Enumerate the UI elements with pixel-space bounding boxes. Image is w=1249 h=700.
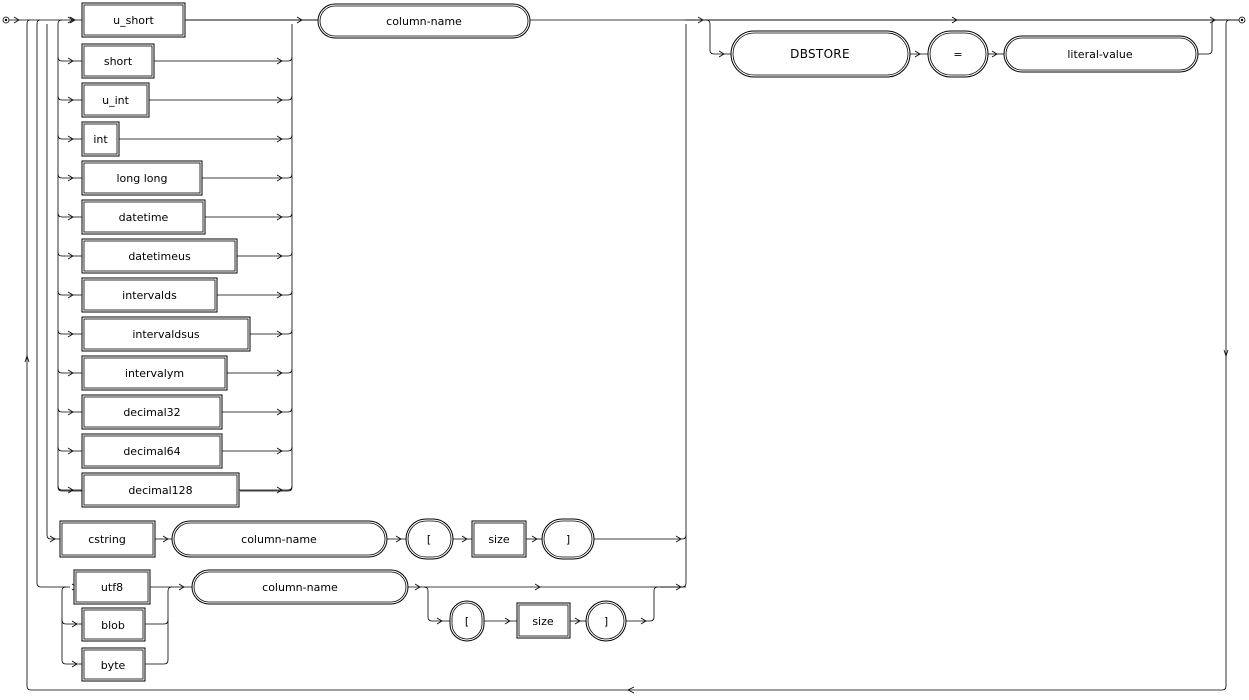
type-keyword-u_int: u_int [57, 82, 293, 118]
byte-keyword: byte [81, 647, 146, 682]
dbstore-keyword: DBSTORE [730, 30, 911, 78]
svg-text:blob: blob [101, 619, 125, 632]
type-keyword-decimal32: decimal32 [57, 394, 293, 430]
syntax-diagram: DBSTORE = literal-value column-name u_sh… [2, 2, 1246, 694]
svg-text:literal-value: literal-value [1067, 48, 1132, 61]
svg-text:]: ] [604, 615, 608, 628]
type-keyword-intervalds: intervalds [57, 277, 293, 313]
svg-text:column-name: column-name [241, 533, 317, 546]
utf8-open-bracket: [ [449, 600, 485, 642]
utf8-close-bracket: ] [585, 600, 627, 642]
utf8-keyword: utf8 [73, 569, 151, 605]
type-list: u_shortshort u_intint long long datetime dat… [57, 2, 293, 508]
type-label: decimal128 [128, 484, 192, 497]
cstring-size-node: size [471, 520, 527, 558]
type-label: intervaldsus [132, 328, 200, 341]
blob-keyword: blob [81, 607, 146, 642]
svg-text:size: size [488, 533, 510, 546]
type-keyword-u_short: u_short [67, 2, 186, 38]
type-label: datetimeus [128, 250, 191, 263]
type-label: intervalym [125, 367, 184, 380]
column-name-node: column-name [317, 3, 531, 39]
type-label: int [93, 133, 108, 146]
type-label: datetime [119, 211, 169, 224]
type-keyword-decimal64: decimal64 [57, 433, 293, 469]
type-keyword-short: short [57, 43, 293, 79]
type-keyword-int: int [57, 121, 293, 157]
svg-text:=: = [953, 48, 962, 61]
svg-text:DBSTORE: DBSTORE [790, 47, 850, 61]
svg-text:cstring: cstring [88, 533, 126, 546]
type-label: intervalds [122, 289, 177, 302]
dbstore-equals: = [927, 30, 989, 78]
cstring-open-bracket: [ [405, 518, 454, 560]
dbstore-clause: DBSTORE = literal-value [705, 19, 1217, 78]
type-keyword-intervaldsus: intervaldsus [57, 316, 293, 352]
cstring-path: cstring column-name [ size ] [49, 518, 682, 560]
svg-text:]: ] [566, 533, 570, 546]
type-label: long long [117, 172, 168, 185]
cstring-close-bracket: ] [541, 518, 595, 560]
utf8-column-name-node: column-name [191, 569, 409, 605]
type-label: decimal32 [123, 406, 180, 419]
svg-text:column-name: column-name [262, 581, 338, 594]
svg-text:byte: byte [101, 659, 126, 672]
type-label: u_int [102, 94, 129, 107]
cstring-column-name-node: column-name [171, 520, 388, 558]
type-label: short [104, 55, 133, 68]
literal-value-node: literal-value [1003, 35, 1199, 73]
utf8-path: utf8 blob byte column-name [ size] [61, 569, 686, 682]
type-label: u_short [113, 14, 154, 27]
cstring-keyword: cstring [59, 520, 156, 558]
end-marker [1238, 16, 1246, 24]
type-label: decimal64 [123, 445, 180, 458]
type-keyword-datetimeus: datetimeus [57, 238, 293, 274]
type-keyword-intervalym: intervalym [57, 355, 293, 391]
type-keyword-datetime: datetime [57, 199, 293, 235]
svg-text:utf8: utf8 [101, 581, 123, 594]
utf8-size-node: size [516, 602, 571, 639]
type-keyword-long-long: long long [57, 160, 293, 196]
type-keyword-decimal128: decimal128 [57, 472, 293, 508]
svg-text:[: [ [465, 615, 469, 628]
svg-text:column-name: column-name [386, 15, 462, 28]
svg-text:[: [ [427, 533, 431, 546]
start-marker [2, 16, 10, 24]
svg-text:size: size [532, 615, 554, 628]
